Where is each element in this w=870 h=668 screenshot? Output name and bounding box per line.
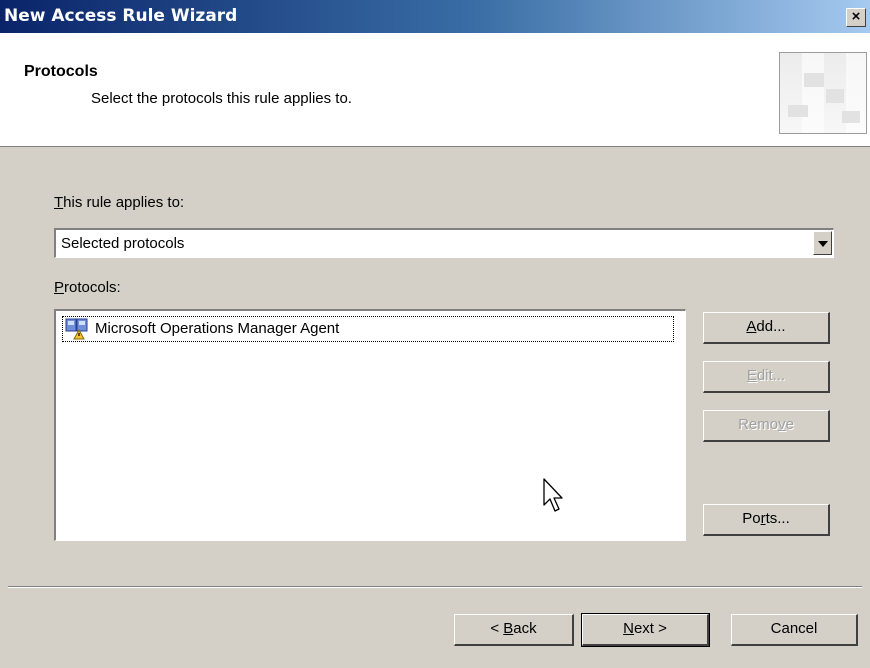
title-bar[interactable]: New Access Rule Wizard × [0,0,870,33]
applies-to-label: This rule applies to: [54,194,184,211]
wizard-header: Protocols Select the protocols this rule… [0,33,870,147]
next-accel: N [623,620,634,637]
applies-to-combobox[interactable]: Selected protocols [54,228,834,258]
close-icon: × [851,8,861,25]
remove-accel: v [778,416,786,433]
list-item[interactable]: Microsoft Operations Manager Agent [62,316,674,342]
applies-to-label-text: his rule applies to: [63,194,185,211]
next-button[interactable]: Next > [581,613,710,647]
protocols-label: Protocols: [54,279,121,296]
applies-to-accel: T [54,194,64,211]
add-label: dd... [756,318,786,335]
edit-label: dit... [756,367,786,384]
edit-button[interactable]: Edit... [703,361,830,393]
next-label: ext > [633,620,667,637]
applies-to-value: Selected protocols [61,235,185,252]
ports-label: ts... [765,510,790,527]
mouse-cursor-icon [543,478,563,512]
remove-label-pre: Remo [738,416,779,433]
dropdown-button[interactable] [813,231,832,255]
remove-button[interactable]: Remove [703,410,830,442]
page-title: Protocols [24,63,98,80]
add-accel: A [746,318,757,335]
wizard-window: New Access Rule Wizard × Protocols Selec… [0,0,870,668]
back-label: ack [513,620,537,637]
list-item-label: Microsoft Operations Manager Agent [95,320,340,337]
window-title: New Access Rule Wizard [4,6,238,26]
protocols-accel: P [54,279,65,296]
cancel-button[interactable]: Cancel [731,614,858,646]
wizard-header-image [779,52,867,134]
ports-button[interactable]: Ports... [703,504,830,536]
remove-label: e [785,416,794,433]
protocols-label-text: rotocols: [64,279,121,296]
footer-divider [8,586,862,588]
protocols-listbox[interactable]: Microsoft Operations Manager Agent [54,309,686,541]
page-subtitle: Select the protocols this rule applies t… [91,90,352,107]
chevron-down-icon [818,241,828,247]
back-label-pre: < [490,620,504,637]
cancel-label: Cancel [770,620,818,637]
close-button[interactable]: × [846,8,866,27]
edit-accel: E [746,367,757,384]
protocol-icon [65,318,88,340]
back-accel: B [503,620,514,637]
back-button[interactable]: < Back [454,614,574,646]
add-button[interactable]: Add... [703,312,830,344]
ports-label-pre: Po [742,510,761,527]
